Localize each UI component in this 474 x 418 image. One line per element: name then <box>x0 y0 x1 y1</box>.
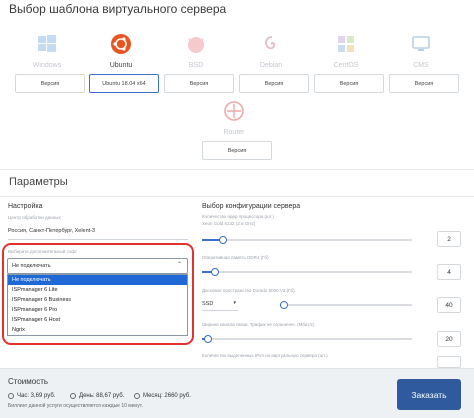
slider-handle[interactable] <box>219 236 227 244</box>
divider <box>0 196 474 197</box>
slider-handle[interactable] <box>210 268 219 276</box>
price-day: День: 88,67 руб. <box>70 393 124 399</box>
disk-slider[interactable] <box>279 301 412 309</box>
price-hour: Час: 3,69 руб. <box>8 393 55 399</box>
os-template-cms[interactable]: CMS Версия <box>389 33 459 93</box>
os-template-router[interactable]: Router Версия <box>202 100 272 160</box>
os-template-debian[interactable]: Debian Версия <box>239 33 309 93</box>
ram-label: Оперативная память DDR4 (Гб) <box>202 255 269 260</box>
version-select[interactable]: Версия <box>164 74 234 93</box>
cpu-slider[interactable] <box>202 236 412 244</box>
config-title: Выбор конфигурации сервера <box>202 203 301 210</box>
highlight-annotation <box>2 243 194 345</box>
ram-slider[interactable] <box>202 268 412 276</box>
windows-icon <box>15 33 79 55</box>
clock-icon <box>134 393 140 399</box>
ipv4-label: Количество выделенных IPv4 на виртуальну… <box>202 353 328 358</box>
version-select[interactable]: Версия <box>202 141 272 160</box>
price-month: Месяц: 2660 руб. <box>134 393 191 399</box>
page-title: Выбор шаблона виртуального сервера <box>9 2 227 16</box>
os-name: Debian <box>259 62 283 69</box>
slider-handle[interactable] <box>279 301 288 309</box>
price-day-text: День: 88,67 руб. <box>79 393 125 399</box>
os-name: CMS <box>413 62 429 69</box>
cms-icon <box>389 33 453 55</box>
router-icon <box>202 100 266 122</box>
centos-icon <box>314 33 378 55</box>
os-template-ubuntu[interactable]: Ubuntu Ubuntu 18.04 x64 <box>89 33 159 93</box>
datacenter-select[interactable]: Россия, Санкт-Петербург, Xelent-3 <box>8 222 188 240</box>
slider-handle[interactable] <box>204 335 213 343</box>
os-name: CentOS <box>333 62 359 69</box>
disk-type-select[interactable]: SSD ▾ <box>202 297 238 311</box>
ipv4-value-input[interactable] <box>437 356 461 368</box>
params-title: Параметры <box>9 176 68 188</box>
cpu-label: Количество ядер процессора (шт.) <box>202 214 274 219</box>
order-button[interactable]: Заказать <box>397 379 461 410</box>
version-select[interactable]: Версия <box>389 74 459 93</box>
cpu-sublabel: Xeon Gold 6132 (2.6 GHz) <box>202 221 256 226</box>
os-template-bsd[interactable]: BSD Версия <box>164 33 234 93</box>
settings-title: Настройка <box>8 203 43 210</box>
cost-title: Стоимость <box>8 377 49 386</box>
version-select[interactable]: Версия <box>15 74 85 93</box>
footer-bar: Стоимость Час: 3,69 руб. День: 88,67 руб… <box>0 368 474 418</box>
os-name: Windows <box>32 62 62 69</box>
os-template-windows[interactable]: Windows Версия <box>15 33 85 93</box>
version-select[interactable]: Версия <box>314 74 384 93</box>
os-name: Ubuntu <box>109 62 133 69</box>
os-name: Router <box>223 129 245 136</box>
ram-value-input[interactable]: 4 <box>437 264 461 280</box>
price-month-text: Месяц: 2660 руб. <box>143 393 191 399</box>
version-select[interactable]: Версия <box>239 74 309 93</box>
os-name: BSD <box>188 62 204 69</box>
datacenter-label: Центр обработки данных <box>8 215 61 220</box>
disk-value-input[interactable]: 40 <box>437 297 461 313</box>
net-value-input[interactable]: 20 <box>437 331 461 347</box>
price-hour-text: Час: 3,69 руб. <box>17 393 56 399</box>
os-template-centos[interactable]: CentOS Версия <box>314 33 384 93</box>
debian-icon <box>239 33 303 55</box>
disk-label: Дисковое пространство Dorado 5000 V3 (Гб… <box>202 288 295 293</box>
net-label: Ширина канала связи. Трафик не ограничен… <box>202 322 315 327</box>
divider <box>0 169 474 170</box>
disk-type-value: SSD <box>202 300 214 307</box>
bsd-icon <box>164 33 228 55</box>
cpu-value-input[interactable]: 2 <box>437 231 461 247</box>
clock-icon <box>8 393 14 399</box>
version-select[interactable]: Ubuntu 18.04 x64 <box>89 74 159 93</box>
billing-note: Биллинг данной услуги осуществляется каж… <box>8 403 143 409</box>
clock-icon <box>70 393 76 399</box>
ubuntu-icon <box>89 33 153 55</box>
chevron-down-icon: ▾ <box>233 300 236 306</box>
net-slider[interactable] <box>202 335 412 343</box>
